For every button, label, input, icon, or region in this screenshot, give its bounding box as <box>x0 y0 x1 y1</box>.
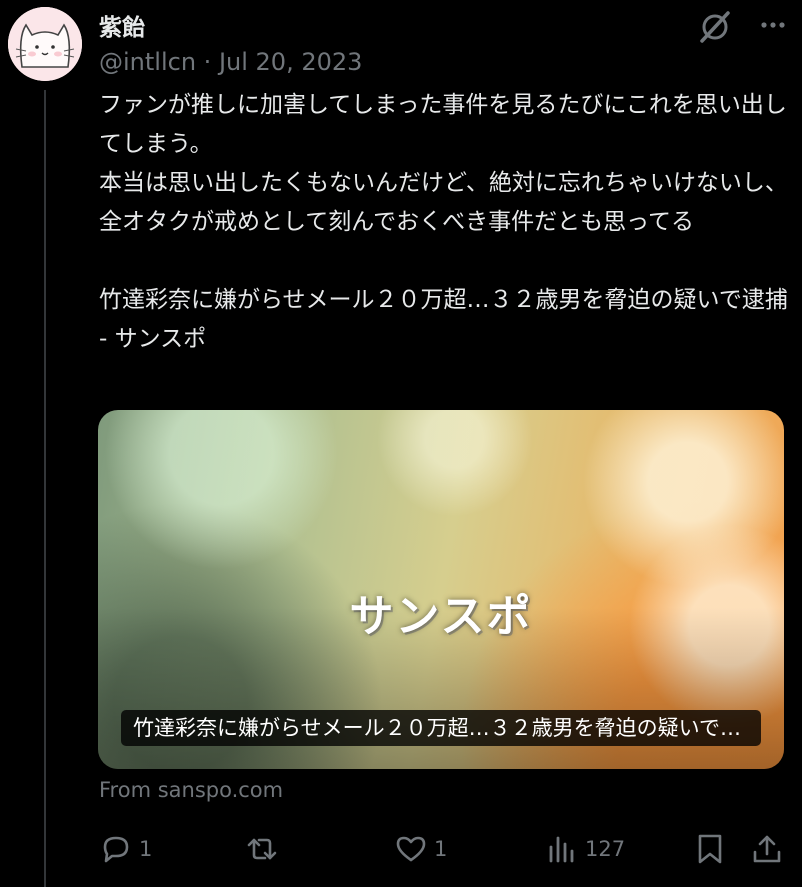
retweet-icon <box>247 838 277 860</box>
views-count: 127 <box>585 837 626 861</box>
bookmark-button[interactable] <box>693 830 727 868</box>
retweet-button[interactable] <box>245 830 285 868</box>
share-button[interactable] <box>750 830 784 868</box>
avatar[interactable] <box>8 7 82 81</box>
tweet-date[interactable]: Jul 20, 2023 <box>219 48 362 76</box>
card-source[interactable]: From sanspo.com <box>99 778 283 802</box>
tweet-text: ファンが推しに加害してしまった事件を見るたびにこれを思い出してしまう。 本当は思… <box>99 92 788 352</box>
like-icon <box>396 836 426 862</box>
reply-count: 1 <box>139 837 153 861</box>
meta-separator: · <box>203 48 212 76</box>
views-icon <box>549 836 574 863</box>
grok-button[interactable] <box>697 10 733 44</box>
link-card[interactable]: サンスポ 竹達彩奈に嫌がらせメール２０万超…３２歳男を脅迫の疑いで逮捕 - サン… <box>98 410 784 769</box>
tweet-meta: @intllcn · Jul 20, 2023 <box>99 48 362 76</box>
display-name[interactable]: 紫飴 <box>99 8 145 42</box>
like-count: 1 <box>434 837 448 861</box>
more-icon <box>761 22 785 28</box>
handle[interactable]: @intllcn <box>99 48 196 76</box>
share-icon <box>753 835 781 863</box>
bookmark-icon <box>698 834 722 864</box>
thread-line <box>44 90 46 887</box>
card-caption: 竹達彩奈に嫌がらせメール２０万超…３２歳男を脅迫の疑いで逮捕 - サンスポ <box>121 710 761 746</box>
reply-button[interactable]: 1 <box>99 830 152 868</box>
reply-icon <box>103 836 129 863</box>
grok-icon <box>700 11 730 43</box>
like-button[interactable]: 1 <box>394 830 447 868</box>
card-logo: サンスポ <box>349 591 533 642</box>
more-button[interactable] <box>758 10 788 40</box>
cat-avatar-icon <box>8 7 82 81</box>
views-button[interactable]: 127 <box>545 830 625 868</box>
